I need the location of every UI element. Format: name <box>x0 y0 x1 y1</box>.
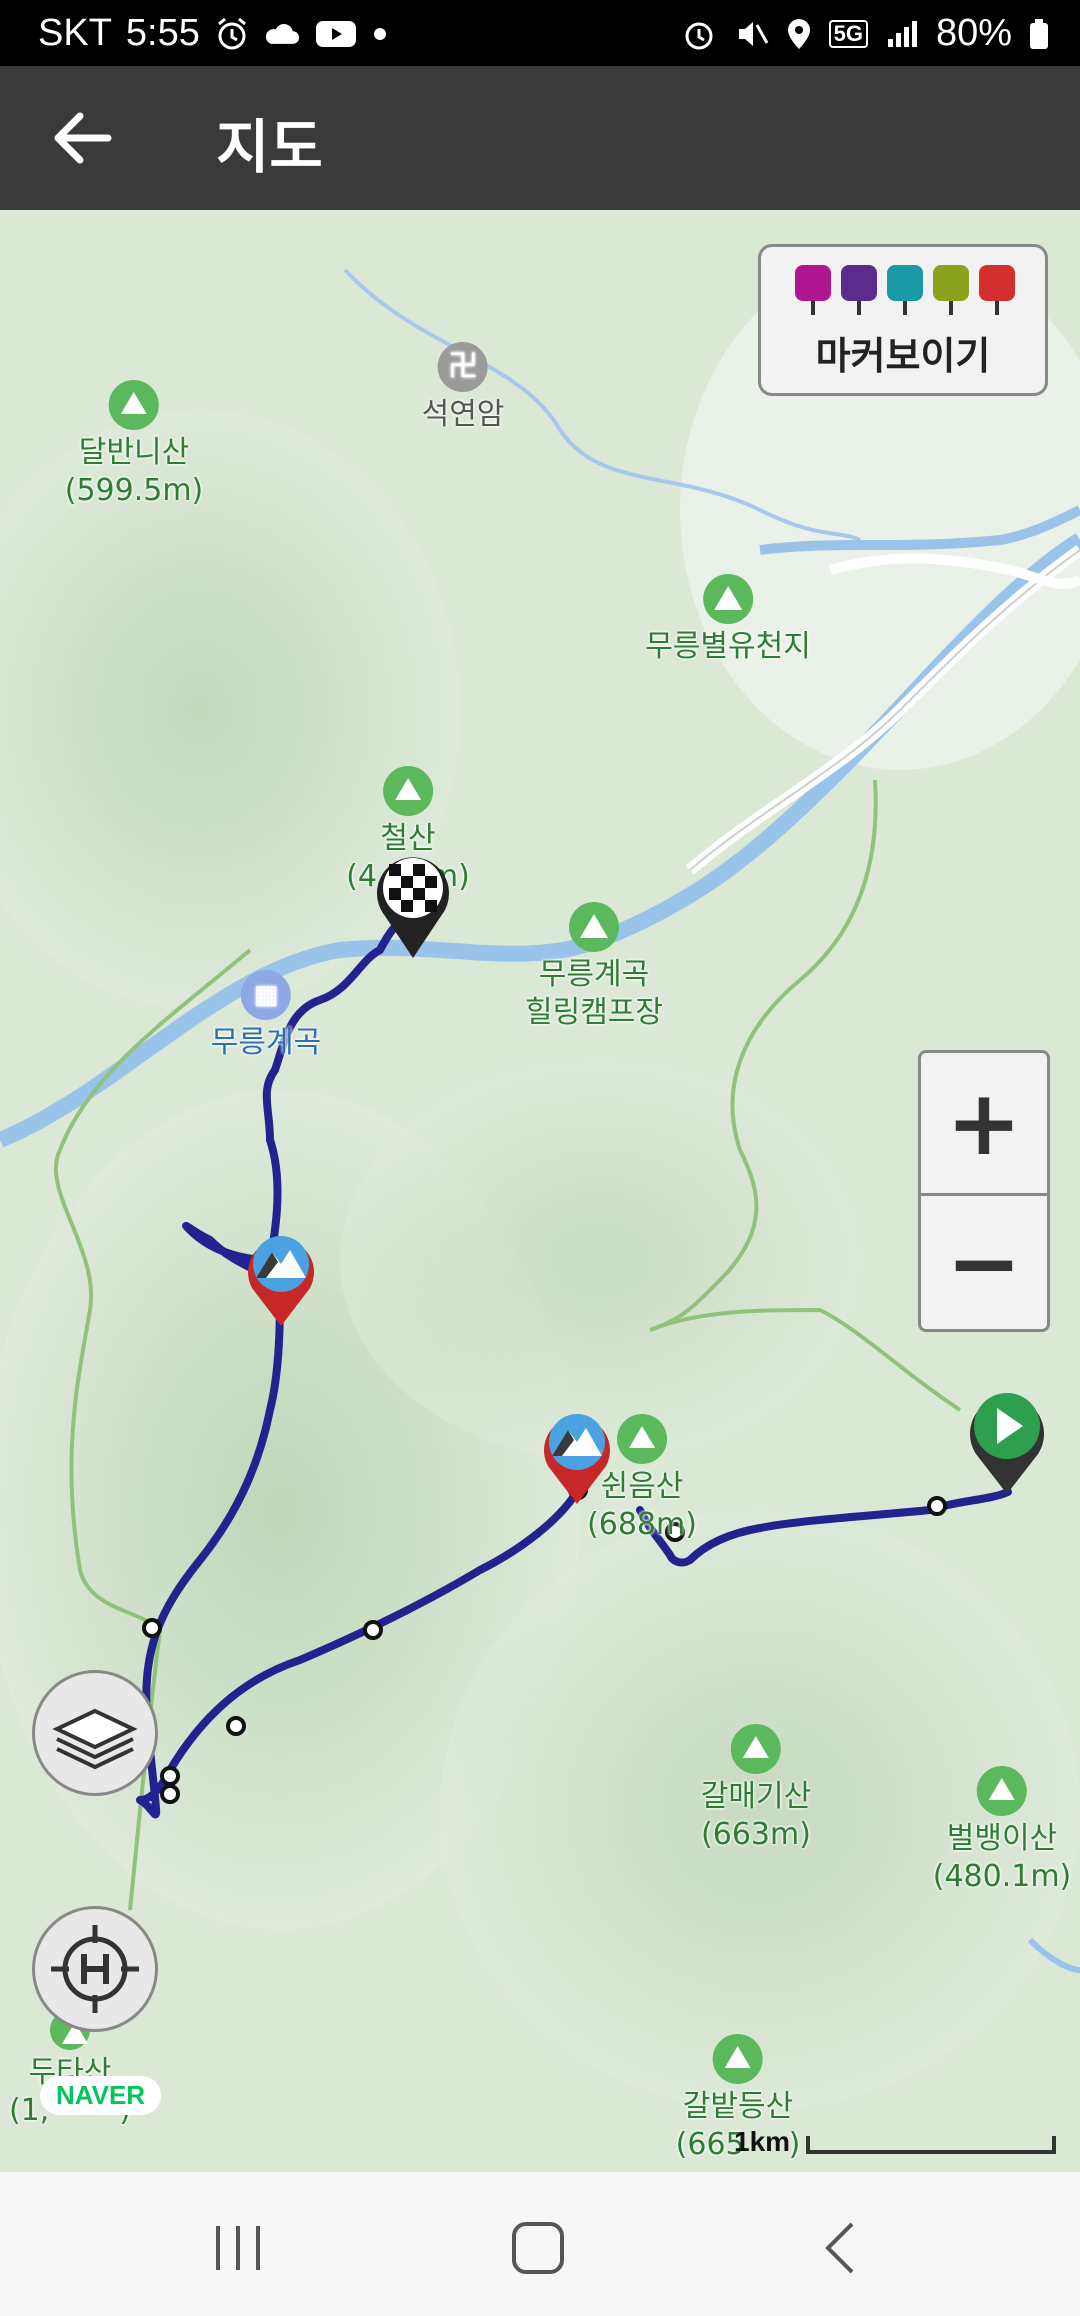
carrier-label: SKT <box>38 12 112 54</box>
network-label: 5G <box>828 19 868 48</box>
mountain-icon <box>382 766 433 816</box>
arrow-left-icon[interactable] <box>48 106 118 170</box>
alarm-icon <box>685 22 713 49</box>
poi-park[interactable]: 무릉별유천지 <box>645 574 811 666</box>
summit-marker-icon[interactable] <box>244 1228 318 1328</box>
mountain-icon <box>617 1414 667 1464</box>
layers-icon <box>52 1708 138 1770</box>
location-icon <box>787 18 810 49</box>
poi-height-end: ) <box>788 2127 801 2162</box>
finish-flag-icon[interactable] <box>373 850 453 960</box>
back-icon[interactable] <box>812 2218 872 2278</box>
mountain-icon <box>976 1766 1027 1816</box>
naver-logo: NAVER <box>40 2076 162 2115</box>
youtube-icon <box>315 20 356 47</box>
flag-icon <box>979 265 1015 315</box>
time-label: 5:55 <box>125 12 200 54</box>
map-view[interactable]: 卍 석연암 달반니산 (599.5m) 무릉별유천지 철산 (4 m) 무릉계곡 … <box>0 210 1080 2172</box>
poi-label: 갈매기산 <box>700 1779 812 1814</box>
signal-icon <box>887 20 917 47</box>
mountain-icon <box>713 2034 763 2084</box>
poi-height: (663m) <box>701 1817 811 1852</box>
tent-icon <box>569 902 619 952</box>
scale-label: 1km <box>734 2126 791 2157</box>
poi-label: 벌뱅이산 <box>946 1821 1058 1856</box>
battery-label: 80% <box>935 12 1012 54</box>
app-bar: 지도 <box>0 66 1080 210</box>
poi-height: (480.1m) <box>932 1859 1072 1894</box>
video-icon <box>841 265 877 315</box>
poi-label: 석연암 <box>421 397 505 432</box>
poi-height: (688m) <box>587 1507 697 1542</box>
poi-height: (599.5m) <box>64 473 204 508</box>
camera-icon <box>795 265 831 315</box>
zoom-control: + − <box>918 1050 1050 1332</box>
zoom-out-button[interactable]: − <box>921 1193 1047 1333</box>
poi-sublabel: 힐링캠프장 <box>525 995 663 1030</box>
poi-label: 달반니산 <box>78 435 190 470</box>
poi-peak[interactable]: 달반니산 (599.5m) <box>64 380 204 510</box>
temple-icon: 卍 <box>438 342 488 392</box>
alarm-icon <box>217 17 246 49</box>
poi-label: 무릉별유천지 <box>645 629 811 664</box>
system-nav-bar <box>0 2172 1080 2316</box>
page-title: 지도 <box>216 113 323 181</box>
battery-icon <box>1030 18 1048 49</box>
poi-label: 무릉계곡 <box>538 957 650 992</box>
memo-icon <box>933 265 969 315</box>
status-bar: SKT 5:55 5G 80% <box>0 0 1080 66</box>
poi-landmark[interactable]: ▦ 무릉계곡 <box>211 970 321 1062</box>
summit-marker-icon[interactable] <box>540 1406 614 1506</box>
poi-peak[interactable]: 갈매기산 (663m) <box>701 1724 811 1854</box>
landmark-icon: ▦ <box>241 970 291 1020</box>
layers-button[interactable] <box>32 1670 158 1796</box>
cloud-icon <box>265 23 299 44</box>
start-marker-icon[interactable] <box>966 1386 1048 1496</box>
mute-icon <box>738 21 768 46</box>
marker-toggle-label: 마커보이기 <box>815 334 991 378</box>
poi-label: 갈밭등산 <box>682 2089 794 2124</box>
poi-camp[interactable]: 무릉계곡 힐링캠프장 <box>525 902 663 1032</box>
recent-apps-icon[interactable] <box>208 2218 268 2278</box>
mic-icon <box>887 265 923 315</box>
poi-peak[interactable]: 벌뱅이산 (480.1m) <box>932 1766 1072 1896</box>
mountain-icon <box>731 1724 781 1774</box>
home-locate-button[interactable] <box>32 1906 158 2032</box>
dot-icon <box>373 27 386 40</box>
forest-icon <box>702 574 753 624</box>
zoom-in-button[interactable]: + <box>921 1053 1047 1196</box>
mountain-icon <box>108 380 159 430</box>
crosshair-h-icon <box>51 1925 139 2013</box>
poi-label: 무릉계곡 <box>210 1025 322 1060</box>
home-icon[interactable] <box>508 2218 568 2278</box>
marker-toggle-button[interactable]: 마커보이기 <box>758 244 1048 396</box>
scale-bar <box>806 2136 1056 2154</box>
poi-temple[interactable]: 卍 석연암 <box>421 342 505 434</box>
